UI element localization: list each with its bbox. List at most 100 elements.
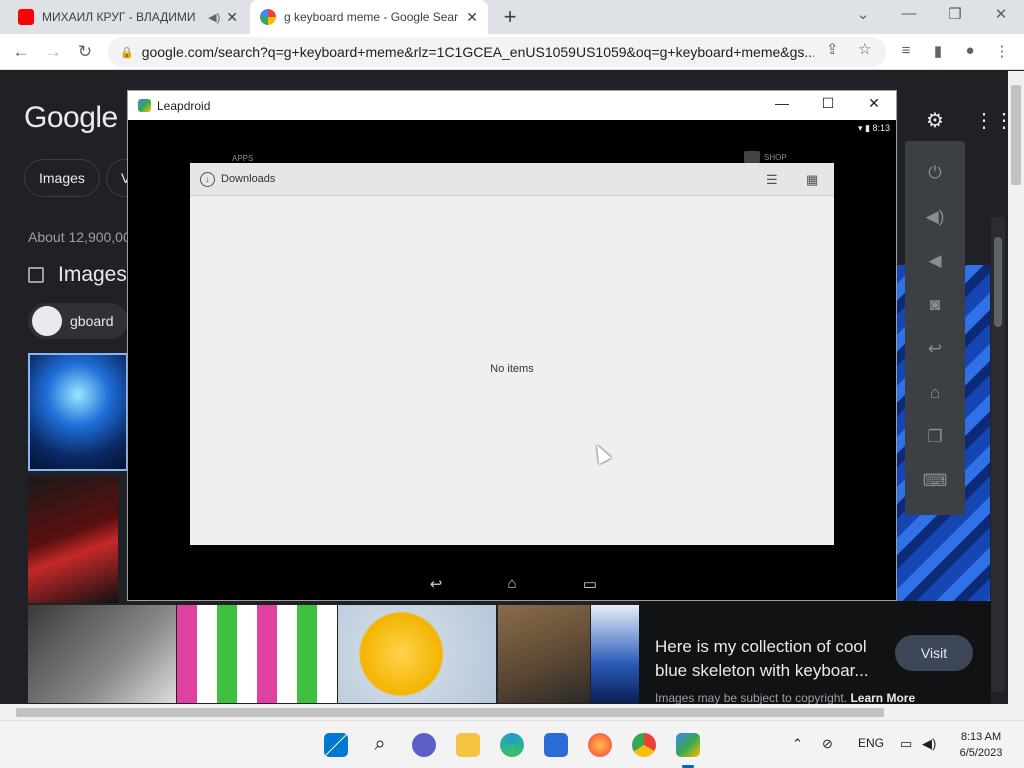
leapdroid-window: Leapdroid — ☐ ✕ ▾ ▮ 8:13 APPS SHOP ↓ Dow… bbox=[127, 90, 897, 601]
camera-icon[interactable]: ◙ bbox=[905, 295, 965, 315]
shop-label: SHOP bbox=[764, 152, 787, 162]
close-tab-icon[interactable]: ✕ bbox=[466, 9, 478, 26]
image-preview-panel: Here is my collection of cool blue skele… bbox=[639, 601, 991, 704]
windows-taskbar: ⌕ ⌃ ⊘ ENG ▭ ◀) 8:13 AM 6/5/2023 bbox=[0, 720, 1024, 768]
file-explorer-icon[interactable] bbox=[456, 733, 480, 757]
downloads-action-bar: ↓ Downloads bbox=[190, 163, 834, 196]
system-clock[interactable]: 8:13 AM 6/5/2023 bbox=[948, 729, 1014, 761]
sort-icon[interactable]: ☰ bbox=[766, 172, 778, 188]
language-indicator[interactable]: ENG bbox=[858, 736, 884, 750]
profile-avatar-icon[interactable]: ● bbox=[960, 42, 980, 59]
image-result-meme-keyboard[interactable] bbox=[177, 605, 337, 703]
restore-icon[interactable]: ❐ bbox=[940, 5, 970, 23]
scrollbar-thumb[interactable] bbox=[994, 237, 1002, 327]
home-icon[interactable]: ⌂ bbox=[905, 383, 965, 403]
recents-icon[interactable]: ❐ bbox=[905, 427, 965, 447]
images-section-heading: Images bbox=[28, 263, 127, 287]
scrollbar-thumb[interactable] bbox=[1011, 85, 1021, 185]
volume-icon[interactable]: ◀) bbox=[922, 736, 936, 752]
volume-down-icon[interactable]: ◀ bbox=[905, 251, 965, 271]
maximize-icon[interactable]: ☐ bbox=[814, 95, 842, 112]
clock-date: 6/5/2023 bbox=[959, 747, 1003, 759]
side-panel-icon[interactable]: ▮ bbox=[928, 42, 948, 60]
search-icon[interactable]: ⌕ bbox=[368, 733, 392, 757]
tab-title: МИХАИЛ КРУГ - ВЛАДИМИ bbox=[42, 10, 196, 24]
chrome-icon[interactable] bbox=[632, 733, 656, 757]
images-heading-text: Images bbox=[58, 263, 127, 286]
address-bar[interactable]: 🔒 google.com/search?q=g+keyboard+meme&rl… bbox=[108, 37, 886, 67]
google-logo[interactable]: Google bbox=[24, 101, 118, 135]
google-apps-icon[interactable]: ⋮⋮ bbox=[974, 108, 1008, 133]
bookmark-star-icon[interactable]: ☆ bbox=[858, 40, 871, 58]
image-result-blue-skull[interactable] bbox=[28, 353, 128, 471]
image-result-g-key-heart[interactable] bbox=[28, 605, 176, 703]
minimize-icon[interactable]: — bbox=[768, 95, 796, 111]
clock-time: 8:13 AM bbox=[960, 731, 1002, 743]
image-result-desk-keyboard[interactable] bbox=[498, 605, 590, 703]
tab-google-search[interactable]: g keyboard meme - Google Sear ✕ bbox=[250, 0, 488, 34]
settings-gear-icon[interactable]: ⚙ bbox=[926, 108, 944, 133]
share-icon[interactable]: ⇪ bbox=[826, 40, 839, 58]
image-result-red-skeleton[interactable] bbox=[28, 477, 118, 603]
forward-icon[interactable]: → bbox=[42, 41, 64, 63]
page-horizontal-scrollbar[interactable] bbox=[0, 704, 1024, 720]
teams-chat-icon[interactable] bbox=[412, 733, 436, 757]
learn-more-link[interactable]: Learn More bbox=[850, 691, 915, 704]
display-icon[interactable]: ▭ bbox=[900, 736, 912, 752]
shop-bag-icon bbox=[744, 151, 760, 163]
result-stats: About 12,900,00 bbox=[28, 229, 131, 245]
emulator-side-panel: ⏻ ◀) ◀ ◙ ↩ ⌂ ❐ ⌨ bbox=[905, 141, 965, 515]
page-vertical-scrollbar[interactable] bbox=[1008, 71, 1024, 704]
back-icon[interactable]: ↩ bbox=[905, 339, 965, 359]
start-icon[interactable] bbox=[324, 733, 348, 757]
preview-title[interactable]: Here is my collection of cool blue skele… bbox=[655, 635, 887, 683]
edge-icon[interactable] bbox=[500, 733, 524, 757]
android-recents-icon[interactable]: ▭ bbox=[578, 575, 602, 593]
menu-kebab-icon[interactable]: ⋮ bbox=[992, 42, 1012, 60]
close-window-icon[interactable]: ✕ bbox=[860, 95, 888, 112]
back-icon[interactable]: ← bbox=[10, 41, 32, 63]
visit-button[interactable]: Visit bbox=[895, 635, 973, 671]
reload-icon[interactable]: ↻ bbox=[74, 41, 96, 63]
tab-youtube[interactable]: МИХАИЛ КРУГ - ВЛАДИМИ ◀) ✕ bbox=[8, 0, 248, 34]
grid-view-icon[interactable]: ▦ bbox=[806, 172, 818, 188]
suggestion-chip-gboard[interactable]: gboard bbox=[28, 303, 128, 339]
image-icon bbox=[28, 267, 44, 283]
suggestion-chip-label: gboard bbox=[70, 313, 114, 329]
store-icon[interactable] bbox=[544, 733, 568, 757]
gboard-thumbnail bbox=[32, 306, 62, 336]
minimize-icon[interactable]: — bbox=[894, 5, 924, 22]
android-home-icon[interactable]: ⌂ bbox=[500, 575, 524, 592]
tab-strip: МИХАИЛ КРУГ - ВЛАДИМИ ◀) ✕ g keyboard me… bbox=[0, 0, 1024, 34]
filter-chip-images[interactable]: Images bbox=[24, 159, 100, 197]
leapdroid-title-bar[interactable]: Leapdroid — ☐ ✕ bbox=[128, 91, 896, 120]
audio-playing-icon[interactable]: ◀) bbox=[208, 11, 220, 24]
keyboard-icon[interactable]: ⌨ bbox=[905, 471, 965, 491]
youtube-icon bbox=[18, 9, 34, 25]
new-tab-button[interactable]: + bbox=[498, 4, 522, 30]
apps-label[interactable]: APPS bbox=[232, 154, 253, 163]
close-tab-icon[interactable]: ✕ bbox=[226, 9, 238, 26]
downloads-title: Downloads bbox=[221, 173, 276, 185]
leapdroid-icon[interactable] bbox=[676, 733, 700, 757]
media-control-icon[interactable]: ≡ bbox=[896, 42, 916, 59]
show-hidden-icons[interactable]: ⌃ bbox=[792, 736, 803, 752]
tab-title: g keyboard meme - Google Sear bbox=[284, 10, 459, 24]
volume-up-icon[interactable]: ◀) bbox=[905, 207, 965, 227]
preview-scrollbar[interactable] bbox=[991, 217, 1005, 692]
status-time: 8:13 bbox=[872, 123, 890, 133]
battery-icon: ▮ bbox=[865, 123, 870, 133]
image-result-blue-poster[interactable] bbox=[591, 605, 639, 703]
copyright-text: Images may be subject to copyright. bbox=[655, 691, 848, 704]
image-result-shush-emoji[interactable] bbox=[338, 605, 496, 703]
power-icon[interactable]: ⏻ bbox=[905, 163, 965, 183]
tab-search-icon[interactable]: ⌄ bbox=[848, 5, 878, 23]
network-icon[interactable]: ⊘ bbox=[822, 736, 833, 752]
firefox-icon[interactable] bbox=[588, 733, 612, 757]
lock-icon[interactable]: 🔒 bbox=[120, 46, 134, 59]
close-window-icon[interactable]: ✕ bbox=[986, 5, 1016, 23]
scrollbar-thumb[interactable] bbox=[16, 708, 884, 717]
android-back-icon[interactable]: ↩ bbox=[424, 575, 448, 593]
shop-button[interactable]: SHOP bbox=[744, 151, 787, 163]
window-title: Leapdroid bbox=[157, 98, 211, 113]
